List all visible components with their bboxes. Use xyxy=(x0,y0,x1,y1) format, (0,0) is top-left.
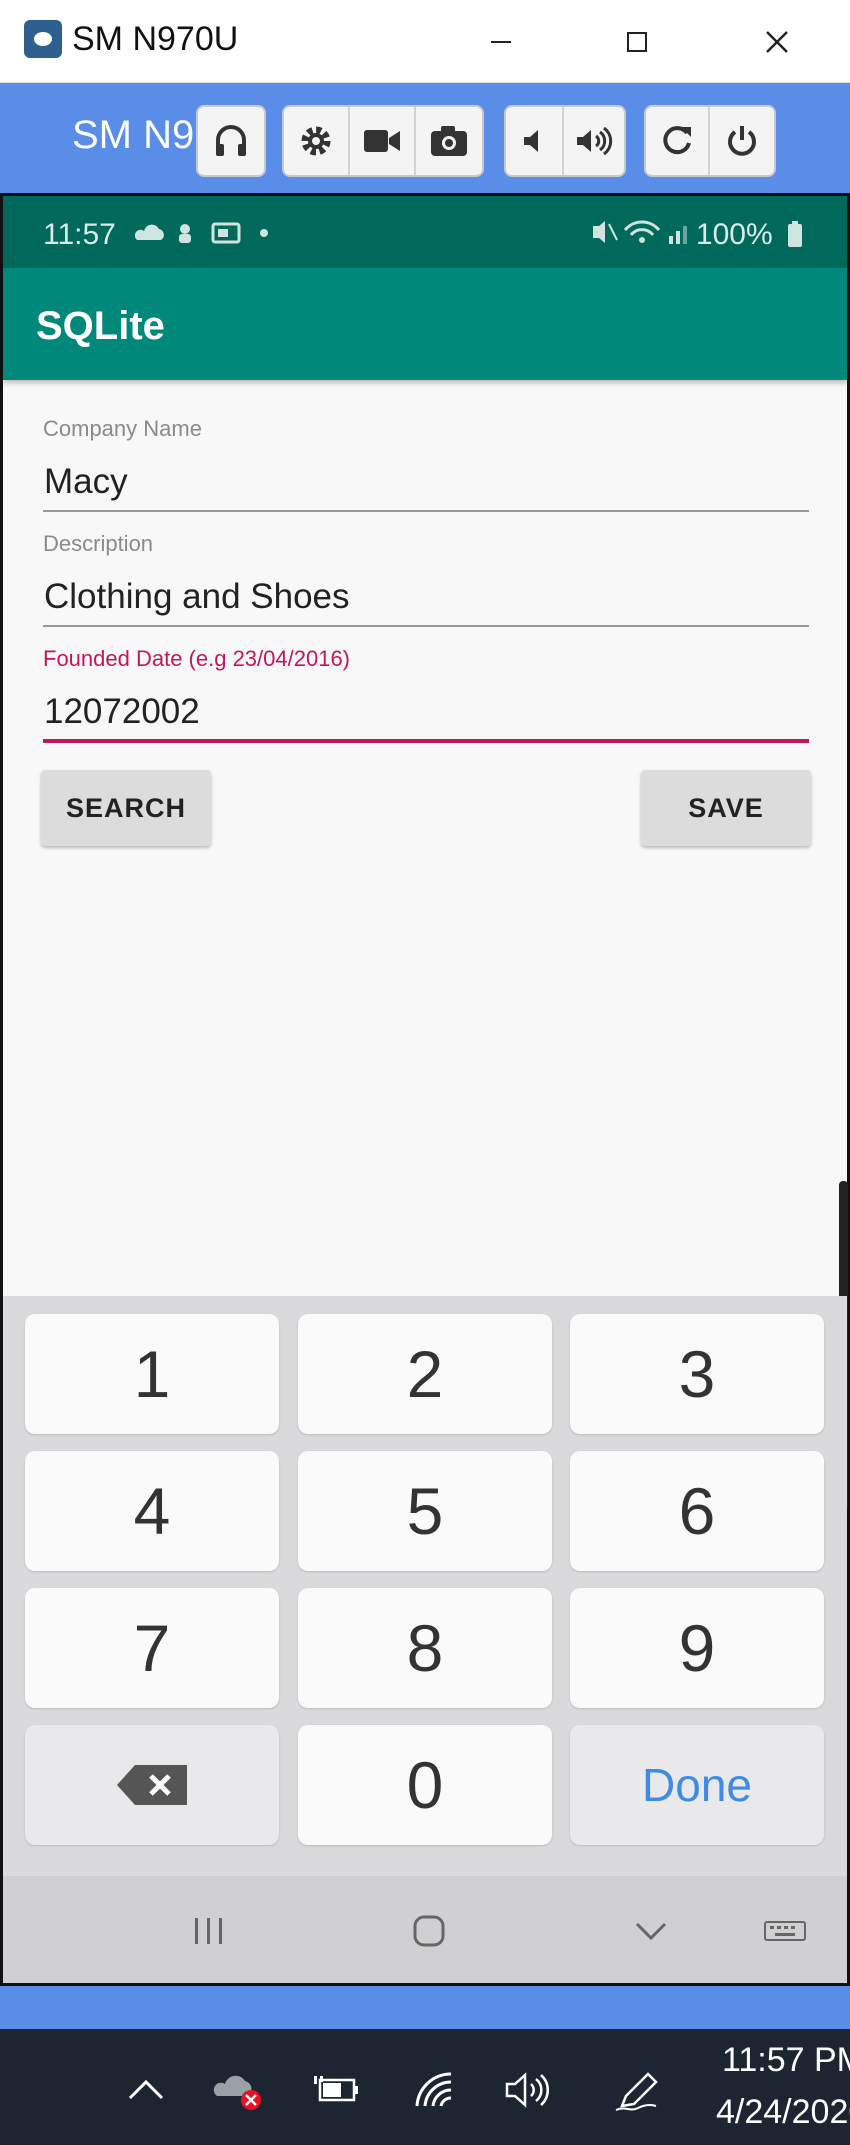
video-camera-icon xyxy=(364,130,400,152)
window-bottom-bar xyxy=(0,1983,850,2029)
record-button[interactable] xyxy=(350,107,416,175)
toolbar-group-audio xyxy=(196,105,266,177)
toolbar-group-power xyxy=(644,105,776,177)
backspace-icon xyxy=(117,1765,187,1805)
backspace-key[interactable] xyxy=(25,1725,279,1845)
notification-icons xyxy=(135,222,268,244)
settings-button[interactable] xyxy=(284,107,350,175)
numeric-keyboard: 1 2 3 4 5 6 7 8 9 0 Done xyxy=(3,1296,847,1986)
founded-date-input[interactable]: 12072002 xyxy=(44,692,200,732)
toolbar-group-capture xyxy=(282,105,484,177)
description-label: Description xyxy=(43,531,154,556)
power-icon xyxy=(728,126,756,156)
key-1[interactable]: 1 xyxy=(25,1314,279,1434)
status-battery: 100% xyxy=(696,218,803,252)
company-name-input[interactable]: Macy xyxy=(44,462,128,502)
toolbar-group-volume xyxy=(504,105,626,177)
key-2[interactable]: 2 xyxy=(298,1314,552,1434)
signal-icons xyxy=(593,220,687,244)
taskbar-clock-date[interactable]: 4/24/2020 xyxy=(716,2093,850,2132)
key-7[interactable]: 7 xyxy=(25,1588,279,1708)
company-name-label: Company Name xyxy=(43,416,202,441)
close-icon xyxy=(766,31,788,53)
key-4[interactable]: 4 xyxy=(25,1451,279,1571)
rotate-button[interactable] xyxy=(646,107,710,175)
chevron-down-icon xyxy=(635,1922,667,1941)
home-icon xyxy=(413,1915,445,1947)
android-nav-bar xyxy=(3,1876,847,1986)
scrcpy-app-icon xyxy=(24,20,62,58)
headphones-button[interactable] xyxy=(198,107,264,175)
chevron-up-icon xyxy=(128,2079,164,2100)
volume-down-icon xyxy=(524,130,538,152)
headphones-icon xyxy=(216,125,246,156)
founded-date-label: Founded Date (e.g 23/04/2016) xyxy=(43,646,351,671)
key-6[interactable]: 6 xyxy=(570,1451,824,1571)
camera-icon xyxy=(431,126,467,156)
window-title-bar: SM N970U xyxy=(0,0,850,83)
battery-charging-icon xyxy=(314,2076,358,2102)
maximize-icon xyxy=(627,32,647,52)
key-9[interactable]: 9 xyxy=(570,1588,824,1708)
volume-tray-button[interactable] xyxy=(500,2065,556,2115)
recent-apps-button[interactable] xyxy=(179,1906,239,1956)
save-button[interactable]: SAVE xyxy=(641,770,811,846)
battery-tray-button[interactable] xyxy=(308,2065,364,2115)
pen-workspace-button[interactable] xyxy=(610,2065,666,2115)
app-title: SQLite xyxy=(36,304,165,348)
onedrive-error-icon xyxy=(213,2075,261,2110)
settings-icon xyxy=(301,126,331,156)
power-button[interactable] xyxy=(710,107,774,175)
window-title: SM N970U xyxy=(72,20,239,58)
app-bar: SQLite xyxy=(3,268,847,380)
device-toolbar: SM N970U xyxy=(0,83,850,193)
volume-up-button[interactable] xyxy=(564,107,624,175)
windows-taskbar: 11:57 PM 4/24/2020 xyxy=(0,2029,850,2145)
done-key[interactable]: Done xyxy=(570,1725,824,1845)
volume-up-icon xyxy=(577,126,613,156)
battery-percent: 100% xyxy=(695,218,773,251)
battery-icon xyxy=(788,221,802,247)
key-5[interactable]: 5 xyxy=(298,1451,552,1571)
maximize-button[interactable] xyxy=(602,14,672,70)
onedrive-tray-button[interactable] xyxy=(210,2065,266,2115)
company-name-underline xyxy=(43,510,809,512)
pen-icon xyxy=(615,2072,658,2111)
minimize-button[interactable] xyxy=(466,14,536,70)
minimize-icon xyxy=(491,41,511,43)
show-hidden-icons-button[interactable] xyxy=(118,2065,174,2115)
volume-down-button[interactable] xyxy=(506,107,564,175)
keyboard-icon xyxy=(764,1921,806,1941)
founded-date-underline xyxy=(43,739,809,743)
network-tray-button[interactable] xyxy=(408,2065,464,2115)
rotate-icon xyxy=(663,126,691,155)
close-button[interactable] xyxy=(742,14,812,70)
status-time: 11:57 xyxy=(43,218,116,251)
description-input[interactable]: Clothing and Shoes xyxy=(44,577,350,617)
android-status-bar: 11:57 100% xyxy=(3,196,847,268)
recents-icon xyxy=(195,1918,222,1944)
screenshot-button[interactable] xyxy=(416,107,482,175)
search-button[interactable]: SEARCH xyxy=(41,770,211,846)
phone-screen: 11:57 100% SQLite Company Name Macy Desc… xyxy=(0,193,850,1986)
keyboard-switch-button[interactable] xyxy=(755,1906,815,1956)
hide-keyboard-button[interactable] xyxy=(621,1906,681,1956)
home-button[interactable] xyxy=(399,1906,459,1956)
speaker-icon xyxy=(505,2072,550,2108)
key-0[interactable]: 0 xyxy=(298,1725,552,1845)
taskbar-clock-time[interactable]: 11:57 PM xyxy=(722,2041,850,2080)
key-3[interactable]: 3 xyxy=(570,1314,824,1434)
key-8[interactable]: 8 xyxy=(298,1588,552,1708)
description-underline xyxy=(43,625,809,627)
wifi-icon xyxy=(415,2072,452,2107)
